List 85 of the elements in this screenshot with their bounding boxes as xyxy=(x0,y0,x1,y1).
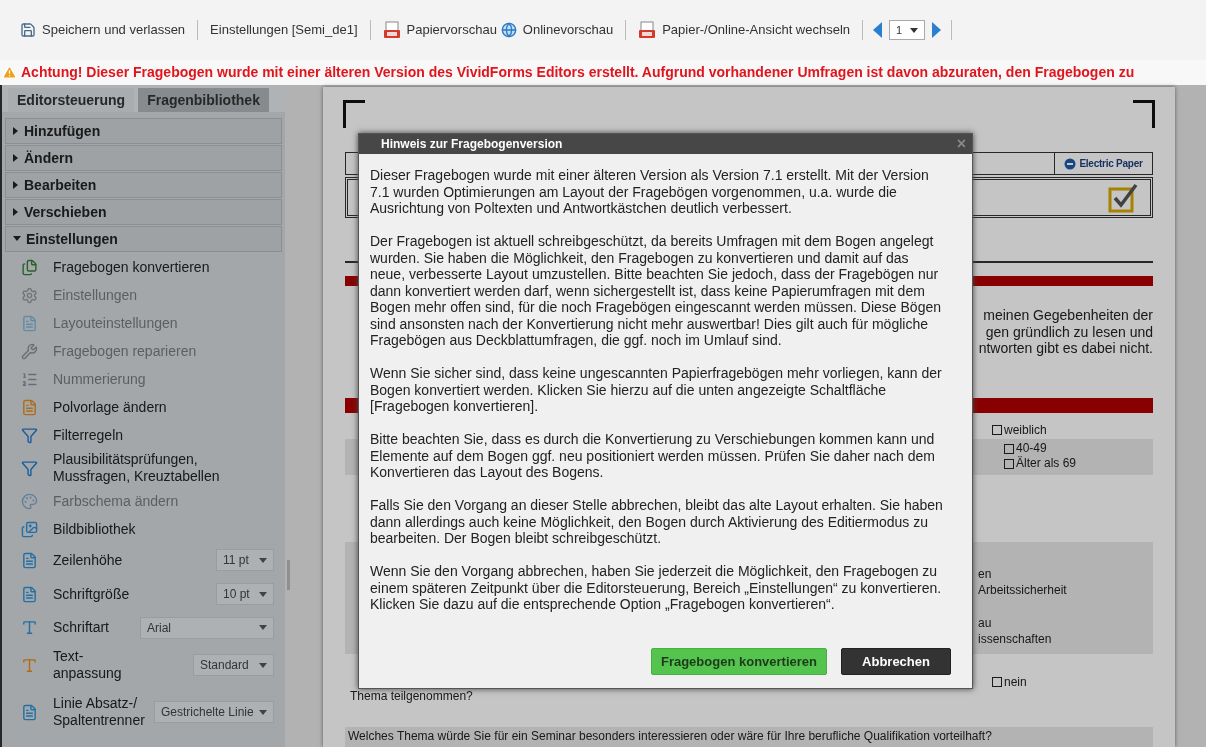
dialog-paragraph: Wenn Sie sicher sind, dass keine ungescannten Papierfragebögen mehr vorliegen, kann der Bogen konvertiert werden. Klicken Sie hierzu auf die unten angezeigte Schaltfläche [Fragebogen konvertieren]. xyxy=(370,365,943,415)
sidebar-tab[interactable]: Editorsteuerung xyxy=(8,88,135,112)
accordion-header[interactable]: Ändern xyxy=(5,145,282,171)
intro-text: ntworten gibt es dabei nicht. xyxy=(978,340,1153,357)
checkbox[interactable] xyxy=(1004,458,1014,469)
option-label: issenschaften xyxy=(978,630,1052,647)
document-icon xyxy=(21,551,38,569)
setting-select[interactable]: 10 pt xyxy=(216,583,274,605)
dialog-title: Hinweis zur Fragebogenversion xyxy=(381,136,563,153)
document-icon xyxy=(21,585,38,603)
toolbar-button[interactable]: Einstellungen [Semi_de1] xyxy=(208,18,360,42)
setting-label: Linie Absatz-/ Spaltentrenner xyxy=(53,695,145,729)
option-label: nein xyxy=(1004,674,1027,692)
checkbox[interactable] xyxy=(992,677,1002,688)
option-label: 40-49 xyxy=(1016,441,1047,456)
warning-text: Achtung! Dieser Fragebogen wurde mit einer älteren Version des VividForms Editors erstellt. Aufgrund vorhandener Umfragen ist davon abzuraten, den Fragebogen zu xyxy=(21,63,1135,82)
dialog-paragraph: Falls Sie den Vorgang an dieser Stelle abbrechen, bleibt das alte Layout erhalten. Sie haben dann allerdings auch keine Möglichkeit, den Bogen durch Aktivierung des Editiermodus zu bearbeiten. Der Bogen bleibt schreibgeschützt. xyxy=(370,497,944,547)
toolbar-button[interactable]: Papiervorschau xyxy=(380,18,499,42)
accordion-header[interactable]: Bearbeiten xyxy=(5,172,282,198)
collapse-icon xyxy=(13,236,21,242)
documents-icon xyxy=(21,258,38,276)
images-icon xyxy=(21,520,38,538)
menu-item[interactable]: Plausibilitätsprüfungen, Mussfragen, Kreuztabellen xyxy=(53,451,243,485)
menu-item[interactable]: Polvorlage ändern xyxy=(53,398,243,416)
logo-icon xyxy=(1064,156,1077,171)
option-label: en xyxy=(978,565,992,582)
dialog-paragraph: Dieser Fragebogen wurde mit einer älteren Version als Version 7.1 erstellt. Mit der Version 7.1 wurden Optimierungen am Layout der Fragebögen vorgenommen, u.a. wurde die Ausrichtung von Poltexten und Antwortkästchen deutlich verbessert. xyxy=(370,167,930,217)
dialog-paragraph: Wenn Sie den Vorgang abbrechen, haben Sie jederzeit die Möglichkeit, den Fragebogen zu einem späteren Zeitpunkt über die Editorsteuerung, Bereich „Einstellungen“ zu konvertieren. Klicken Sie dazu auf die entsprechende Option „Fragebogen konvertieren“. xyxy=(370,563,943,613)
accordion-header[interactable]: Verschieben xyxy=(5,199,282,225)
next-page-icon[interactable] xyxy=(931,22,942,38)
setting-select[interactable]: Standard xyxy=(193,654,274,676)
document-icon xyxy=(21,398,38,416)
dialog-paragraph: Der Fragebogen ist aktuell schreibgeschützt, da bereits Umfragen mit dem Bogen angelegt wurden. Sie haben die Möglichkeit, den Fragebogen zu konvertieren und damit auf das neue, verbesserte Layout umzustellen. Bitte beachten Sie jedoch, dass der Fragebögen nur dann konvertiert werden darf, wenn sichergestellt ist, dass keine Papierumfragen mit dem Bogen mehr offen sind, für die noch Fragebögen eingescannt werden müssen. Diese Bögen sind ansonsten nach der Konvertierung nicht mehr auswertbar! Dies gilt auch für mögliche Fragebögen aus Deckblattumfragen, die ggf. noch im Umlauf sind. xyxy=(370,233,942,349)
toolbar-button[interactable]: Papier-/Online-Ansicht wechseln xyxy=(636,18,853,42)
corner-mark xyxy=(1133,100,1155,128)
option-label: weiblich xyxy=(1004,422,1047,440)
setting-label: Text-anpassung xyxy=(53,648,123,682)
expand-icon xyxy=(13,181,19,189)
sidebar-tab[interactable]: Fragenbibliothek xyxy=(138,88,269,112)
previous-page-icon[interactable] xyxy=(873,22,884,38)
dropdown-icon xyxy=(259,625,267,630)
dropdown-icon xyxy=(910,27,919,33)
convert-button[interactable]: Fragebogen konvertieren xyxy=(650,648,827,675)
intro-text: meinen Gegebenheiten der xyxy=(983,307,1153,324)
type-icon xyxy=(21,656,38,674)
option-label: Arbeitssicherheit xyxy=(978,581,1067,598)
question-text: Thema teilgenommen? xyxy=(349,689,473,704)
accordion-header[interactable]: Hinzufügen xyxy=(5,118,282,144)
cancel-button[interactable]: Abbrechen xyxy=(841,648,951,675)
corner-mark xyxy=(343,100,365,128)
page-select[interactable]: 1 xyxy=(889,20,926,40)
logo: Electric Paper xyxy=(1054,153,1152,175)
accordion-header[interactable]: Einstellungen xyxy=(5,226,282,252)
option-label: au xyxy=(978,614,992,631)
question-row: Welches Thema würde Sie für ein Seminar besonders interessieren oder wäre für Ihre berufliche Qualifikation vorteilhaft? xyxy=(345,727,1153,747)
setting-label: Schriftart xyxy=(53,619,109,636)
dialog-paragraph: Bitte beachten Sie, dass es durch die Konvertierung zu Verschiebungen kommen kann und Elemente auf dem Bogen ggf. neu positioniert werden müssen. Prüfen Sie daher nach dem Konvertieren das Layout des Bogens. xyxy=(370,431,936,481)
setting-select[interactable]: Arial xyxy=(140,616,274,639)
intro-text: gen gründlich zu lesen und xyxy=(985,323,1153,341)
setting-select[interactable]: Gestrichelte Linie xyxy=(154,701,274,723)
option-label: Älter als 69 xyxy=(1016,456,1077,472)
filter-icon xyxy=(21,459,38,477)
setting-select[interactable]: 11 pt xyxy=(216,549,274,571)
dropdown-icon xyxy=(259,591,267,597)
setting-label: Zeilenhöhe xyxy=(53,551,123,569)
menu-item[interactable]: Fragebogen konvertieren xyxy=(53,258,243,276)
document-icon xyxy=(21,703,38,721)
toolbar-button[interactable]: Speichern und verlassen xyxy=(18,18,188,42)
checkbox-logo-icon xyxy=(1108,182,1138,213)
expand-icon xyxy=(13,208,19,216)
type-icon xyxy=(21,619,38,636)
expand-icon xyxy=(13,127,19,135)
filter-icon xyxy=(21,426,38,444)
menu-item[interactable]: Filterregeln xyxy=(53,426,243,444)
dropdown-icon xyxy=(259,662,267,668)
globe-icon xyxy=(500,22,517,38)
setting-label: Schriftgröße xyxy=(53,585,130,603)
dropdown-icon xyxy=(259,709,267,715)
dropdown-icon xyxy=(259,557,267,563)
menu-item[interactable]: Bildbibliothek xyxy=(53,520,243,538)
save-icon xyxy=(20,22,36,38)
checkbox[interactable] xyxy=(1004,443,1014,454)
toolbar-button[interactable]: Onlinevorschau xyxy=(498,18,616,42)
checkbox[interactable] xyxy=(992,425,1002,436)
expand-icon xyxy=(13,154,19,162)
